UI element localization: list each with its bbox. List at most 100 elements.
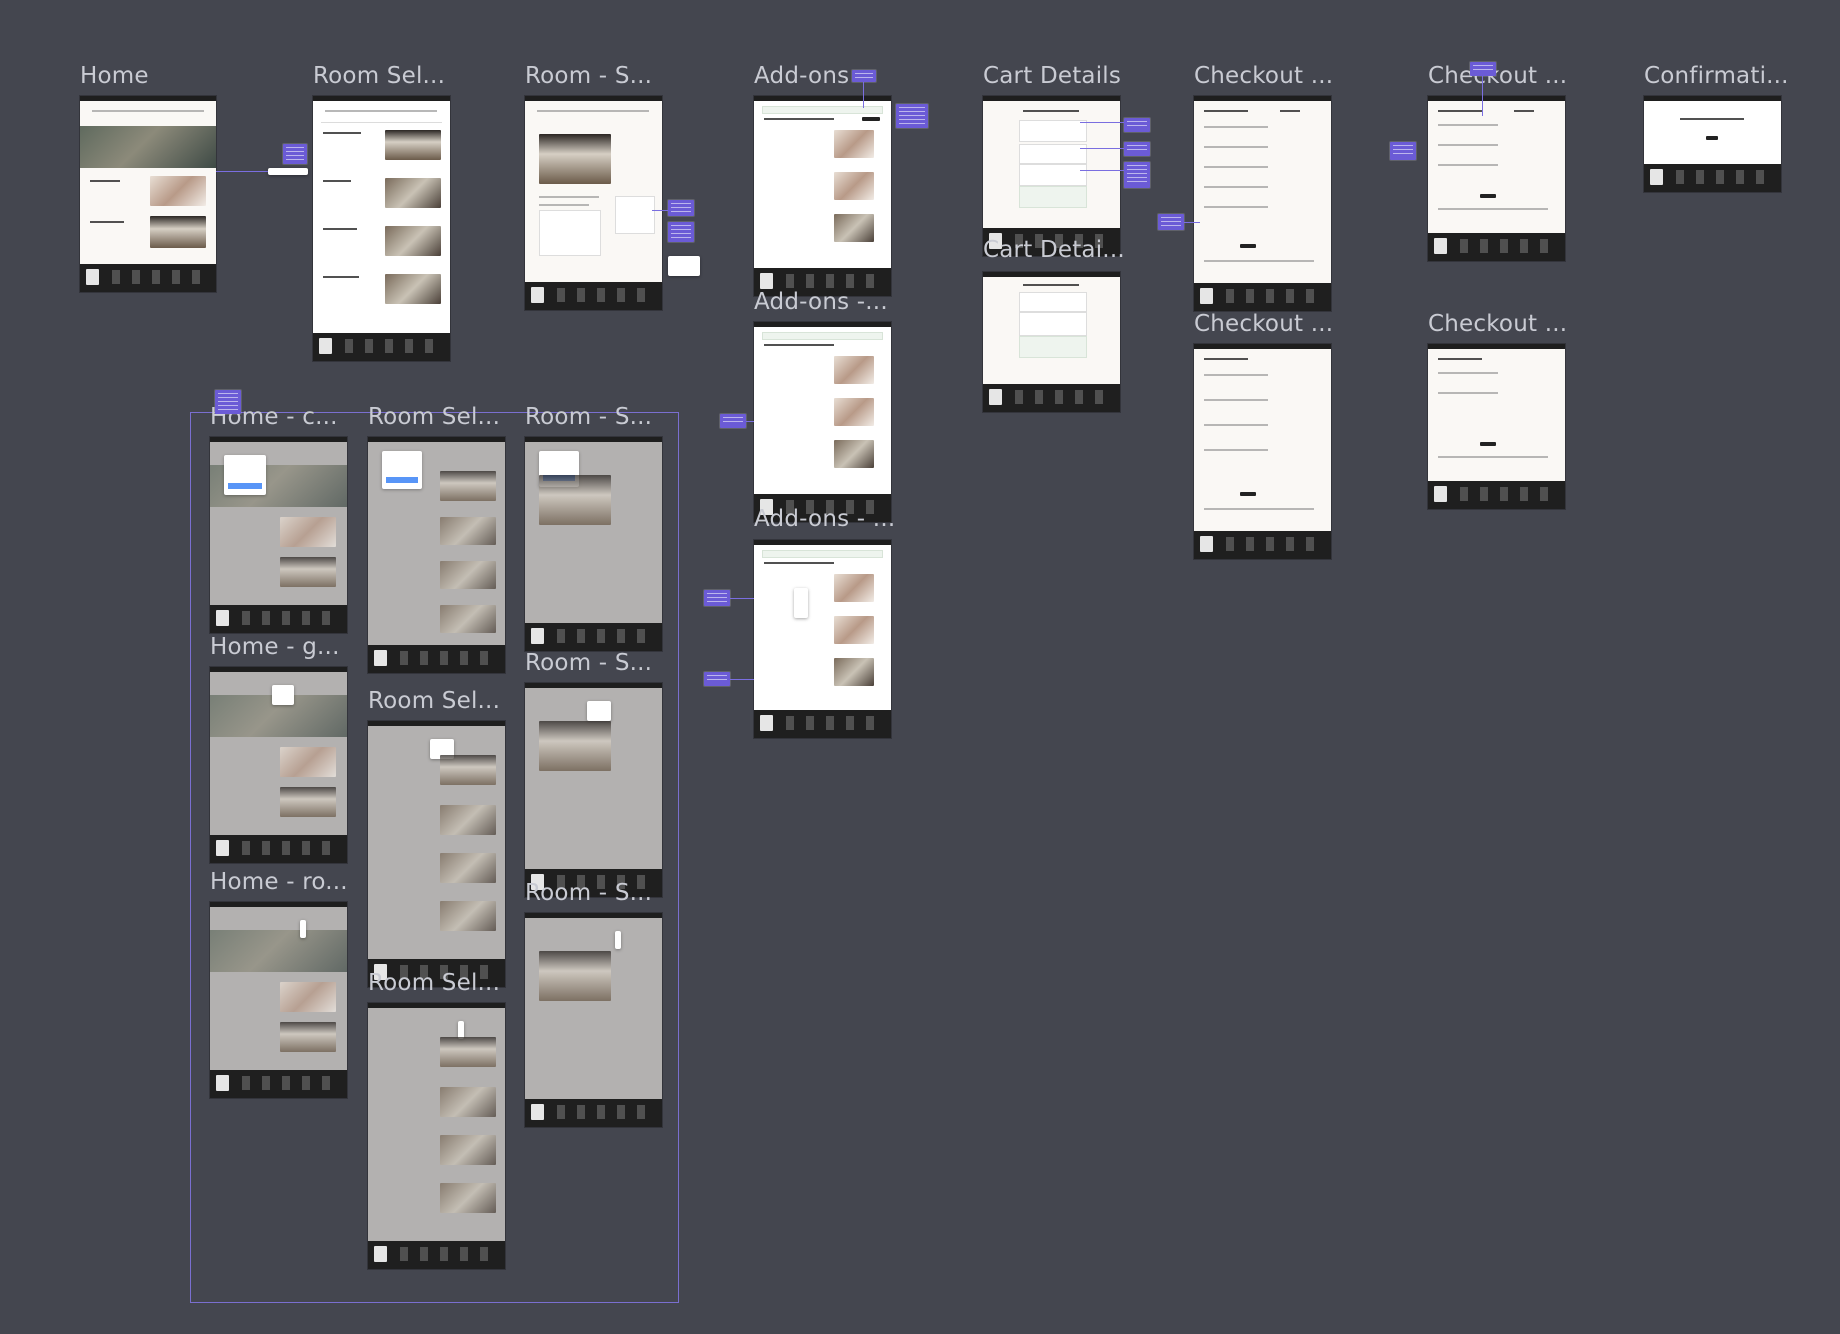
frame-room-selection[interactable] [313, 96, 450, 361]
frame-home[interactable] [80, 96, 216, 292]
frame-home-guests[interactable] [210, 667, 347, 863]
frame-addons-alt[interactable] [754, 322, 891, 522]
frame-room-selection-rooms[interactable] [368, 1003, 505, 1269]
frame-room-selection-guests[interactable] [368, 721, 505, 987]
frame-label-confirm[interactable]: Confirmati... [1644, 63, 1789, 89]
suite-image [539, 951, 611, 1001]
frame-label-room-sel-1[interactable]: Room Sel... [313, 63, 445, 89]
description [539, 196, 599, 198]
logo-icon [374, 650, 387, 666]
logo-icon [531, 287, 544, 303]
annotation-note[interactable] [1124, 118, 1150, 132]
frame-room-suite-guests[interactable] [525, 683, 662, 897]
addons-heading [764, 118, 834, 120]
annotation-note[interactable] [704, 590, 730, 606]
frame-room-selection-calendar[interactable] [368, 437, 505, 673]
annotation-note[interactable] [704, 672, 730, 686]
annotation-note[interactable] [1124, 142, 1150, 156]
frame-label-room-s-4[interactable]: Room - S... [525, 880, 652, 906]
logo-icon [1434, 238, 1447, 254]
form-field [1438, 392, 1498, 394]
footer-links [1460, 239, 1550, 253]
frame-label-checkout-1[interactable]: Checkout ... [1194, 63, 1333, 89]
frame-label-room-sel-4[interactable]: Room Sel... [368, 970, 500, 996]
frame-addons[interactable] [754, 96, 891, 296]
frame-label-room-s-2[interactable]: Room - S... [525, 404, 652, 430]
frame-room-suite-rooms[interactable] [525, 913, 662, 1127]
frame-label-cart-2[interactable]: Cart Detai... [983, 237, 1125, 263]
nav-bar [983, 96, 1120, 101]
guests-popover [272, 685, 294, 705]
addon-image [834, 356, 874, 384]
form-field [1204, 206, 1268, 208]
frame-room-suite-calendar[interactable] [525, 437, 662, 651]
guests-popover [587, 701, 611, 721]
frame-home-calendar[interactable] [210, 437, 347, 633]
annotation-note[interactable] [896, 104, 928, 128]
frame-label-room-s-3[interactable]: Room - S... [525, 650, 652, 676]
addon-image [834, 130, 874, 158]
frame-label-home[interactable]: Home [80, 63, 149, 89]
room-title [323, 180, 351, 182]
frame-label-checkout-2[interactable]: Checkout ... [1428, 63, 1567, 89]
frame-label-addons-3[interactable]: Add-ons - ... [754, 506, 895, 532]
price-callout [668, 256, 700, 276]
logo-icon [531, 628, 544, 644]
annotation-note[interactable] [668, 200, 694, 216]
nav-bar [1194, 344, 1331, 349]
frame-cart-details-alt[interactable] [983, 272, 1120, 412]
annotation-note[interactable] [1158, 214, 1184, 230]
form-field [1438, 144, 1498, 146]
frame-addons-alt-2[interactable] [754, 540, 891, 738]
frame-room-suite[interactable] [525, 96, 662, 310]
footer [210, 605, 347, 633]
frame-cart-details[interactable] [983, 96, 1120, 256]
frame-label-cart-1[interactable]: Cart Details [983, 63, 1121, 89]
nav-bar [1428, 344, 1565, 349]
frame-checkout-payment-alt[interactable] [1428, 344, 1565, 509]
annotation-note[interactable] [1470, 62, 1496, 76]
footer [210, 835, 347, 863]
frame-label-room-sel-2[interactable]: Room Sel... [368, 404, 500, 430]
footer-links [786, 716, 876, 730]
room-image [385, 226, 441, 256]
frame-checkout-payment[interactable] [1428, 96, 1565, 261]
frame-checkout-alt[interactable] [1194, 344, 1331, 559]
logo-icon [216, 1075, 229, 1091]
room-image [440, 1135, 496, 1165]
divider [321, 122, 442, 123]
annotation-note[interactable] [852, 70, 876, 82]
annotation-note[interactable] [1124, 162, 1150, 188]
logo-icon [531, 1104, 544, 1120]
frame-label-room-s-1[interactable]: Room - S... [525, 63, 652, 89]
frame-home-rooms[interactable] [210, 902, 347, 1098]
form-field [1204, 449, 1268, 451]
frame-confirmation[interactable] [1644, 96, 1781, 192]
frame-label-room-sel-3[interactable]: Room Sel... [368, 688, 500, 714]
frame-label-addons-2[interactable]: Add-ons -... [754, 289, 888, 315]
rooms-stepper [300, 920, 306, 938]
footer [525, 282, 662, 310]
section-image [150, 216, 206, 248]
annotation-note[interactable] [1390, 142, 1416, 160]
footer [983, 384, 1120, 412]
connector-line [1080, 170, 1124, 171]
logo-icon [374, 1246, 387, 1262]
frame-checkout[interactable] [1194, 96, 1331, 311]
frame-label-checkout-3[interactable]: Checkout ... [1194, 311, 1333, 337]
frame-label-checkout-4[interactable]: Checkout ... [1428, 311, 1567, 337]
form-field [1438, 372, 1498, 374]
form-field [1204, 166, 1268, 168]
frame-label-home-g[interactable]: Home - g... [210, 634, 340, 660]
footer-links [1015, 390, 1105, 404]
frame-label-addons-1[interactable]: Add-ons [754, 63, 849, 89]
room-image [440, 755, 496, 785]
annotation-note[interactable] [283, 144, 307, 164]
annotation-note[interactable] [720, 414, 746, 428]
hero-image [210, 930, 347, 972]
frame-label-home-ro[interactable]: Home - ro... [210, 869, 348, 895]
annotation-note[interactable] [668, 222, 694, 242]
footer [1428, 233, 1565, 261]
annotation-note[interactable] [215, 390, 241, 414]
nav-bar [525, 683, 662, 688]
